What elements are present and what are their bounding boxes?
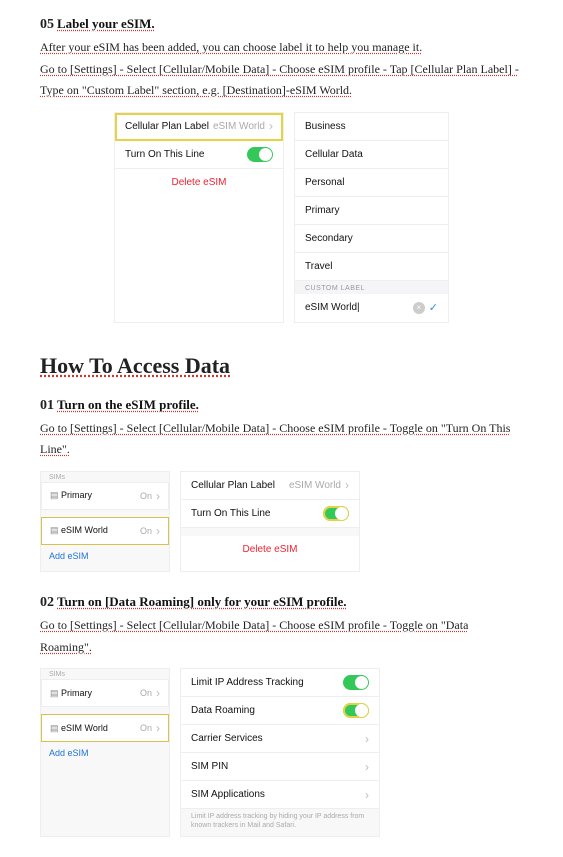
- step-05: 05 Label your eSIM. After your eSIM has …: [40, 16, 523, 102]
- row-label: Limit IP Address Tracking: [191, 677, 304, 688]
- settings-right-panel: Limit IP Address Tracking Data Roaming C…: [180, 668, 380, 837]
- data-roaming-row[interactable]: Data Roaming: [181, 697, 379, 725]
- row-label: Turn On This Line: [125, 149, 204, 160]
- sim-pin-row[interactable]: SIM PIN ›: [181, 753, 379, 781]
- checkmark-icon: ✓: [429, 301, 438, 314]
- step-title: Turn on [Data Roaming] only for your eSI…: [57, 594, 347, 609]
- sim-row-esim[interactable]: ▤ eSIM World On›: [41, 517, 169, 545]
- toggle-on-icon[interactable]: [343, 703, 369, 718]
- mock-05: Cellular Plan Label eSIM World › Turn On…: [40, 112, 523, 323]
- limit-ip-row[interactable]: Limit IP Address Tracking: [181, 669, 379, 697]
- step-number: 02: [40, 595, 54, 610]
- add-esim-button[interactable]: Add eSIM: [41, 742, 169, 764]
- label-options-panel: Business Cellular Data Personal Primary …: [294, 112, 449, 323]
- list-item[interactable]: Business: [295, 113, 448, 141]
- step-text: Go to [Settings] - Select [Cellular/Mobi…: [40, 418, 523, 461]
- list-item[interactable]: Primary: [295, 197, 448, 225]
- mock-01: SIMs ▤ Primary On› ▤ eSIM World On› Add …: [40, 471, 523, 572]
- step-01: 01 Turn on the eSIM profile. Go to [Sett…: [40, 397, 523, 461]
- step-title: Turn on the eSIM profile.: [57, 397, 199, 412]
- list-item[interactable]: Personal: [295, 169, 448, 197]
- sim-row-esim[interactable]: ▤ eSIM World On›: [41, 714, 169, 742]
- row-label: Cellular Plan Label: [191, 480, 275, 491]
- footer-note: Limit IP address tracking by hiding your…: [181, 809, 379, 836]
- row-value: eSIM World: [289, 480, 341, 491]
- step-text: Go to [Settings] - Select [Cellular/Mobi…: [40, 615, 523, 658]
- delete-esim-button[interactable]: Delete eSIM: [115, 169, 283, 197]
- chevron-right-icon: ›: [156, 524, 160, 538]
- list-item[interactable]: Travel: [295, 253, 448, 281]
- step-02: 02 Turn on [Data Roaming] only for your …: [40, 594, 523, 658]
- row-label: Cellular Plan Label: [125, 121, 209, 132]
- cellular-plan-label-row[interactable]: Cellular Plan Label eSIM World ›: [115, 113, 283, 141]
- sim-list-panel: SIMs ▤ Primary On› ▤ eSIM World On› Add …: [40, 668, 170, 837]
- chevron-right-icon: ›: [365, 732, 369, 746]
- list-item[interactable]: Secondary: [295, 225, 448, 253]
- clear-icon[interactable]: ×: [413, 302, 425, 314]
- sim-applications-row[interactable]: SIM Applications ›: [181, 781, 379, 809]
- custom-label-input-row[interactable]: eSIM World| × ✓: [295, 294, 448, 322]
- row-label: SIM PIN: [191, 761, 228, 772]
- settings-right-panel: Cellular Plan Label eSIM World › Turn On…: [180, 471, 360, 572]
- chevron-right-icon: ›: [365, 788, 369, 802]
- step-text-1: After your eSIM has been added, you can …: [40, 37, 523, 59]
- chevron-right-icon: ›: [156, 489, 160, 503]
- toggle-on-icon[interactable]: [247, 147, 273, 162]
- chevron-right-icon: ›: [365, 760, 369, 774]
- toggle-on-icon[interactable]: [343, 675, 369, 690]
- turn-on-line-row[interactable]: Turn On This Line: [115, 141, 283, 169]
- sim-row-primary[interactable]: ▤ Primary On›: [41, 482, 169, 510]
- turn-on-line-row[interactable]: Turn On This Line: [181, 500, 359, 528]
- mock-02: SIMs ▤ Primary On› ▤ eSIM World On› Add …: [40, 668, 523, 837]
- chevron-right-icon: ›: [345, 478, 349, 492]
- add-esim-button[interactable]: Add eSIM: [41, 545, 169, 567]
- step-title: Label your eSIM.: [57, 16, 155, 31]
- row-label: Data Roaming: [191, 705, 255, 716]
- chevron-right-icon: ›: [156, 721, 160, 735]
- delete-esim-button[interactable]: Delete eSIM: [181, 536, 359, 564]
- chevron-right-icon: ›: [156, 686, 160, 700]
- row-label: Turn On This Line: [191, 508, 270, 519]
- row-value: eSIM World: [213, 121, 265, 132]
- step-text-2: Go to [Settings] - Select [Cellular/Mobi…: [40, 59, 523, 102]
- heading-access-data: How To Access Data: [40, 353, 523, 379]
- cellular-plan-label-row[interactable]: Cellular Plan Label eSIM World ›: [181, 472, 359, 500]
- sim-row-primary[interactable]: ▤ Primary On›: [41, 679, 169, 707]
- row-label: SIM Applications: [191, 789, 265, 800]
- settings-left-panel: Cellular Plan Label eSIM World › Turn On…: [114, 112, 284, 323]
- carrier-services-row[interactable]: Carrier Services ›: [181, 725, 379, 753]
- row-label: Carrier Services: [191, 733, 263, 744]
- list-item[interactable]: Cellular Data: [295, 141, 448, 169]
- custom-label-value: eSIM World|: [305, 302, 360, 313]
- sim-list-panel: SIMs ▤ Primary On› ▤ eSIM World On› Add …: [40, 471, 170, 572]
- toggle-on-icon[interactable]: [323, 506, 349, 521]
- custom-label-header: CUSTOM LABEL: [295, 281, 448, 294]
- step-number: 05: [40, 17, 54, 32]
- step-number: 01: [40, 398, 54, 413]
- chevron-right-icon: ›: [269, 119, 273, 133]
